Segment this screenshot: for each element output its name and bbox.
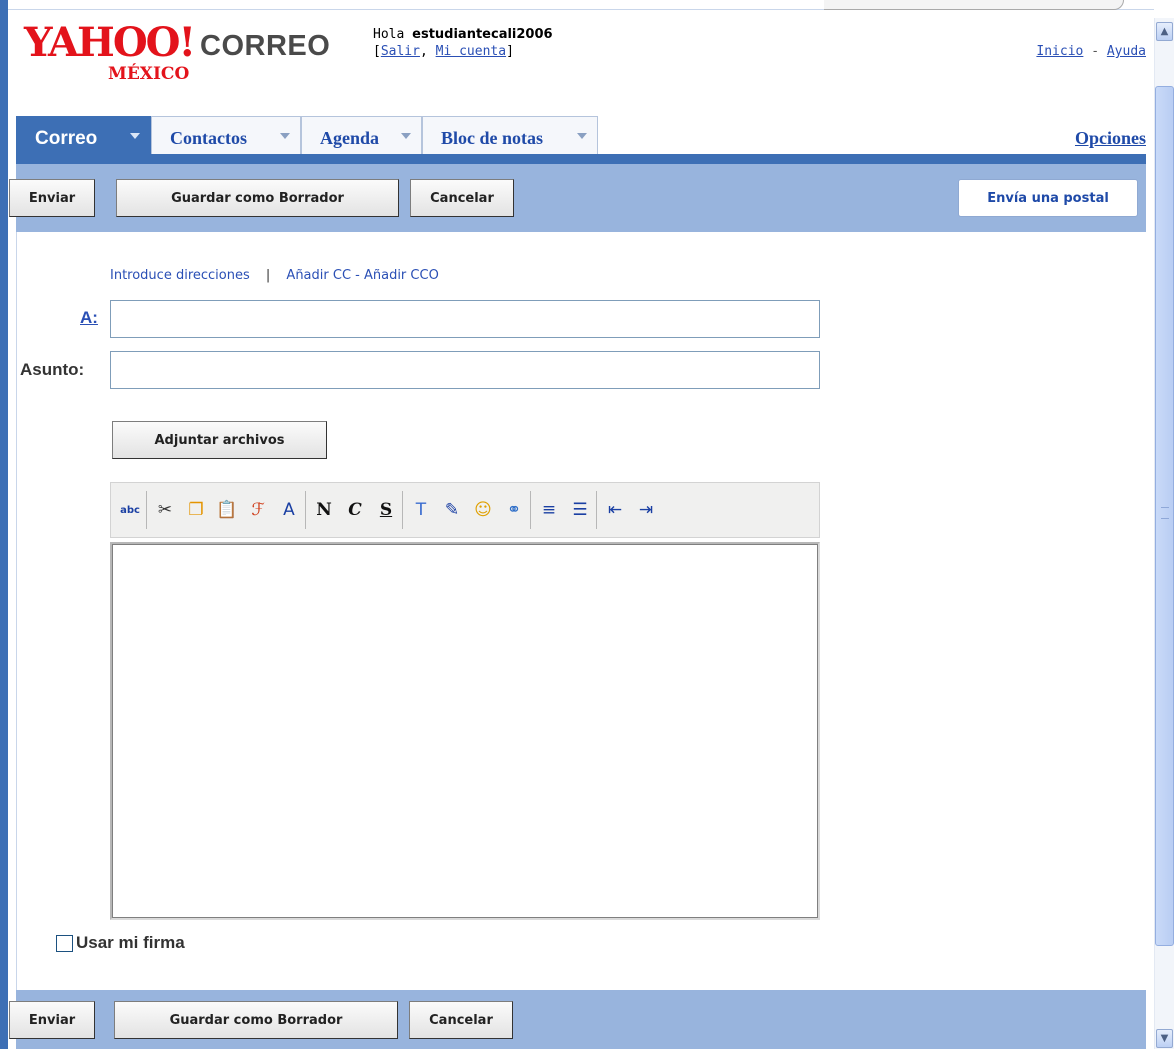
window-frame-left [0, 0, 8, 1049]
link-divider: | [265, 268, 271, 283]
toolbar-separator [596, 491, 597, 529]
compose-toolbar-top: Enviar Guardar como Borrador Cancelar En… [9, 164, 1146, 232]
subject-field[interactable] [110, 351, 820, 389]
add-cc-bcc-link[interactable]: Añadir CC - Añadir CCO [286, 268, 438, 283]
signature-label: Usar mi firma [76, 933, 185, 952]
align-icon[interactable]: ≡ [536, 497, 562, 523]
list-icon[interactable]: ☰ [567, 497, 593, 523]
save-draft-button[interactable]: Guardar como Borrador [116, 179, 399, 217]
scroll-down-button[interactable]: ▼ [1156, 1029, 1173, 1048]
attach-files-button[interactable]: Adjuntar archivos [112, 421, 327, 459]
tab-label: Correo [35, 128, 98, 149]
chevron-down-icon[interactable] [401, 133, 411, 139]
scroll-up-button[interactable]: ▲ [1156, 22, 1173, 41]
underline-icon[interactable]: S [373, 497, 399, 523]
window-frame-top [8, 0, 1154, 10]
chevron-down-icon[interactable] [577, 133, 587, 139]
address-links: Introduce direcciones | Añadir CC - Añad… [110, 268, 439, 283]
my-account-link[interactable]: Mi cuenta [436, 44, 506, 59]
tab-bloc-de-notas[interactable]: Bloc de notas [422, 116, 598, 156]
tab-agenda[interactable]: Agenda [301, 116, 422, 156]
scrollbar-thumb[interactable] [1155, 86, 1174, 946]
options-link[interactable]: Opciones [1075, 128, 1146, 149]
tab-correo[interactable]: Correo [16, 116, 151, 156]
cut-icon[interactable]: ✂ [152, 497, 178, 523]
signature-option[interactable]: Usar mi firma [56, 933, 185, 953]
main-tabs: Correo Contactos Agenda Bloc de notas [16, 116, 1146, 156]
to-field[interactable] [110, 300, 820, 338]
send-button[interactable]: Enviar [9, 179, 95, 217]
paste-icon[interactable]: 📋 [214, 497, 240, 523]
greeting-text: Hola [373, 27, 405, 42]
tab-label: Bloc de notas [441, 128, 544, 148]
highlight-icon[interactable]: ✎ [439, 497, 465, 523]
compose-toolbar-bottom: Enviar Guardar como Borrador Cancelar [9, 990, 1146, 1049]
home-link[interactable]: Inicio [1036, 44, 1083, 59]
enter-addresses-link[interactable]: Introduce direcciones [110, 268, 250, 283]
product-name: CORREO [200, 30, 331, 62]
toolbar-separator [402, 491, 403, 529]
emoticon-icon[interactable]: ☺ [470, 497, 496, 523]
toolbar-separator [530, 491, 531, 529]
outdent-icon[interactable]: ⇤ [602, 497, 628, 523]
signature-checkbox[interactable] [56, 934, 73, 952]
top-links: Inicio - Ayuda [1036, 44, 1146, 59]
chevron-down-icon[interactable] [130, 133, 140, 139]
tab-label: Agenda [320, 128, 380, 148]
logo-wordmark: YAHOO! [24, 19, 196, 66]
tab-label: Contactos [170, 128, 247, 148]
help-link[interactable]: Ayuda [1107, 44, 1146, 59]
font-icon[interactable]: ℱ [245, 497, 271, 523]
bold-icon[interactable]: N [311, 497, 337, 523]
send-button-bottom[interactable]: Enviar [9, 1001, 95, 1039]
chevron-down-icon[interactable] [280, 133, 290, 139]
yahoo-logo[interactable]: YAHOO! MÉXICO [24, 22, 214, 94]
indent-icon[interactable]: ⇥ [633, 497, 659, 523]
italic-icon[interactable]: C [342, 497, 368, 523]
logo-region: MÉXICO [108, 64, 190, 84]
toolbar-separator [305, 491, 306, 529]
user-greeting: Hola estudiantecali2006 [Salir, Mi cuent… [373, 27, 553, 59]
save-draft-button-bottom[interactable]: Guardar como Borrador [114, 1001, 398, 1039]
toolbar-separator [146, 491, 147, 529]
link-separator: - [1091, 44, 1100, 59]
tab-contactos[interactable]: Contactos [151, 116, 301, 156]
username: estudiantecali2006 [412, 27, 553, 42]
send-postcard-button[interactable]: Envía una postal [958, 179, 1138, 217]
to-label[interactable]: A: [80, 308, 98, 328]
link-icon[interactable]: ⚭ [501, 497, 527, 523]
message-body-editor[interactable] [112, 544, 818, 918]
copy-icon[interactable]: ❐ [183, 497, 209, 523]
subject-label: Asunto: [20, 360, 85, 379]
font-size-icon[interactable]: A [276, 497, 302, 523]
editor-toolbar: abc ✂ ❐ 📋 ℱ A N C S T ✎ ☺ ⚭ ≡ ☰ ⇤ ⇥ [110, 482, 820, 538]
spellcheck-icon[interactable]: abc [117, 497, 143, 523]
text-color-icon[interactable]: T [408, 497, 434, 523]
logout-link[interactable]: Salir [381, 44, 420, 59]
cancel-button-bottom[interactable]: Cancelar [409, 1001, 513, 1039]
cancel-button[interactable]: Cancelar [410, 179, 514, 217]
